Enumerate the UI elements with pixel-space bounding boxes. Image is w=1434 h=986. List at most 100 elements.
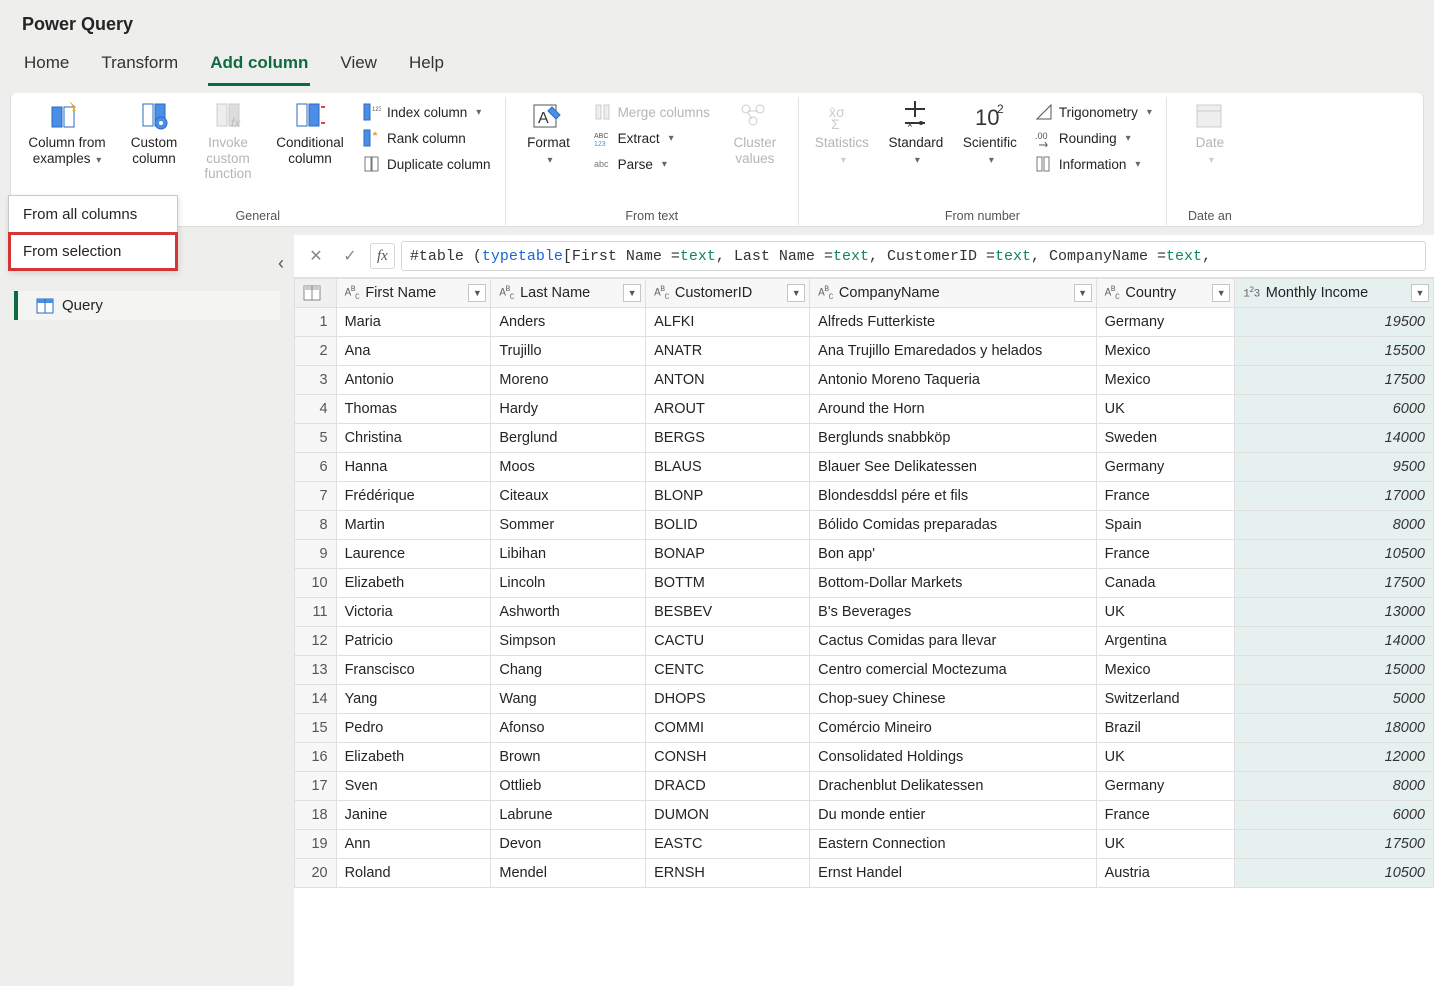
cell[interactable]: Ernst Handel <box>810 859 1096 888</box>
cell[interactable]: 12000 <box>1235 743 1434 772</box>
table-row[interactable]: 6HannaMoosBLAUSBlauer See DelikatessenGe… <box>295 453 1434 482</box>
column-header-companyname[interactable]: ABCCompanyName▼ <box>810 279 1096 308</box>
cell[interactable]: 10500 <box>1235 540 1434 569</box>
cell[interactable]: ERNSH <box>646 859 810 888</box>
cancel-formula-button[interactable]: ✕ <box>302 242 330 270</box>
table-row[interactable]: 8MartinSommerBOLIDBólido Comidas prepara… <box>295 511 1434 540</box>
cell[interactable]: Sommer <box>491 511 646 540</box>
cell[interactable]: BONAP <box>646 540 810 569</box>
row-number[interactable]: 11 <box>295 598 337 627</box>
cell[interactable]: DUMON <box>646 801 810 830</box>
cell[interactable]: France <box>1096 540 1235 569</box>
conditional-column-button[interactable]: Conditional column <box>269 97 351 166</box>
table-row[interactable]: 1MariaAndersALFKIAlfreds FutterkisteGerm… <box>295 308 1434 337</box>
column-header-monthly-income[interactable]: 123Monthly Income▼ <box>1235 279 1434 308</box>
cell[interactable]: Centro comercial Moctezuma <box>810 656 1096 685</box>
row-number[interactable]: 10 <box>295 569 337 598</box>
cell[interactable]: COMMI <box>646 714 810 743</box>
cell[interactable]: Franscisco <box>336 656 491 685</box>
cell[interactable]: 18000 <box>1235 714 1434 743</box>
cell[interactable]: EASTC <box>646 830 810 859</box>
cell[interactable]: Austria <box>1096 859 1235 888</box>
table-row[interactable]: 10ElizabethLincolnBOTTMBottom-Dollar Mar… <box>295 569 1434 598</box>
row-number[interactable]: 8 <box>295 511 337 540</box>
row-number[interactable]: 15 <box>295 714 337 743</box>
cell[interactable]: Around the Horn <box>810 395 1096 424</box>
column-header-country[interactable]: ABCCountry▼ <box>1096 279 1235 308</box>
cell[interactable]: Chop-suey Chinese <box>810 685 1096 714</box>
index-column-button[interactable]: 123 Index column▾ <box>359 101 495 123</box>
row-number[interactable]: 12 <box>295 627 337 656</box>
row-number[interactable]: 17 <box>295 772 337 801</box>
formula-input[interactable]: #table (type table [First Name = text, L… <box>401 241 1426 271</box>
cell[interactable]: Patricio <box>336 627 491 656</box>
cell[interactable]: Mexico <box>1096 337 1235 366</box>
cell[interactable]: CONSH <box>646 743 810 772</box>
cell[interactable]: 9500 <box>1235 453 1434 482</box>
cell[interactable]: BLAUS <box>646 453 810 482</box>
row-number[interactable]: 9 <box>295 540 337 569</box>
cell[interactable]: Germany <box>1096 308 1235 337</box>
cell[interactable]: CACTU <box>646 627 810 656</box>
cell[interactable]: 17500 <box>1235 366 1434 395</box>
cell[interactable]: UK <box>1096 830 1235 859</box>
cell[interactable]: Victoria <box>336 598 491 627</box>
rounding-button[interactable]: .00 Rounding▾ <box>1031 127 1156 149</box>
row-number[interactable]: 5 <box>295 424 337 453</box>
table-row[interactable]: 2AnaTrujilloANATRAna Trujillo Emaredados… <box>295 337 1434 366</box>
cell[interactable]: 17500 <box>1235 830 1434 859</box>
cell[interactable]: Hardy <box>491 395 646 424</box>
column-filter-button[interactable]: ▼ <box>787 284 805 302</box>
row-number[interactable]: 4 <box>295 395 337 424</box>
cell[interactable]: Bottom-Dollar Markets <box>810 569 1096 598</box>
cell[interactable]: Pedro <box>336 714 491 743</box>
table-row[interactable]: 12PatricioSimpsonCACTUCactus Comidas par… <box>295 627 1434 656</box>
custom-column-button[interactable]: Custom column <box>121 97 187 166</box>
column-header-first-name[interactable]: ABCFirst Name▼ <box>336 279 491 308</box>
cell[interactable]: 10500 <box>1235 859 1434 888</box>
cell[interactable]: Trujillo <box>491 337 646 366</box>
cell[interactable]: BLONP <box>646 482 810 511</box>
cell[interactable]: 19500 <box>1235 308 1434 337</box>
row-number[interactable]: 14 <box>295 685 337 714</box>
cell[interactable]: 15500 <box>1235 337 1434 366</box>
cell[interactable]: Lincoln <box>491 569 646 598</box>
cell[interactable]: Yang <box>336 685 491 714</box>
cell[interactable]: Simpson <box>491 627 646 656</box>
cell[interactable]: Mexico <box>1096 366 1235 395</box>
cell[interactable]: Blondesddsl pére et fils <box>810 482 1096 511</box>
column-header-last-name[interactable]: ABCLast Name▼ <box>491 279 646 308</box>
row-number[interactable]: 16 <box>295 743 337 772</box>
row-number[interactable]: 7 <box>295 482 337 511</box>
accept-formula-button[interactable]: ✓ <box>336 242 364 270</box>
table-row[interactable]: 11VictoriaAshworthBESBEVB's BeveragesUK1… <box>295 598 1434 627</box>
extract-button[interactable]: ABC123 Extract▾ <box>590 127 714 149</box>
cell[interactable]: Thomas <box>336 395 491 424</box>
cell[interactable]: 6000 <box>1235 395 1434 424</box>
tab-help[interactable]: Help <box>407 43 446 86</box>
cell[interactable]: Ottlieb <box>491 772 646 801</box>
cell[interactable]: DRACD <box>646 772 810 801</box>
cell[interactable]: Ana Trujillo Emaredados y helados <box>810 337 1096 366</box>
table-row[interactable]: 14YangWangDHOPSChop-suey ChineseSwitzerl… <box>295 685 1434 714</box>
cell[interactable]: DHOPS <box>646 685 810 714</box>
scientific-button[interactable]: 102 Scientific▾ <box>957 97 1023 166</box>
cell[interactable]: Citeaux <box>491 482 646 511</box>
row-number[interactable]: 18 <box>295 801 337 830</box>
column-filter-button[interactable]: ▼ <box>1212 284 1230 302</box>
cell[interactable]: Ann <box>336 830 491 859</box>
cell[interactable]: Brown <box>491 743 646 772</box>
cell[interactable]: Switzerland <box>1096 685 1235 714</box>
cell[interactable]: Libihan <box>491 540 646 569</box>
cell[interactable]: Argentina <box>1096 627 1235 656</box>
cell[interactable]: France <box>1096 801 1235 830</box>
cell[interactable]: BESBEV <box>646 598 810 627</box>
table-row[interactable]: 17SvenOttliebDRACDDrachenblut Delikatess… <box>295 772 1434 801</box>
cell[interactable]: Laurence <box>336 540 491 569</box>
column-filter-button[interactable]: ▼ <box>1074 284 1092 302</box>
cell[interactable]: Moreno <box>491 366 646 395</box>
cell[interactable]: UK <box>1096 598 1235 627</box>
cell[interactable]: 13000 <box>1235 598 1434 627</box>
tab-add-column[interactable]: Add column <box>208 43 310 86</box>
cell[interactable]: ALFKI <box>646 308 810 337</box>
